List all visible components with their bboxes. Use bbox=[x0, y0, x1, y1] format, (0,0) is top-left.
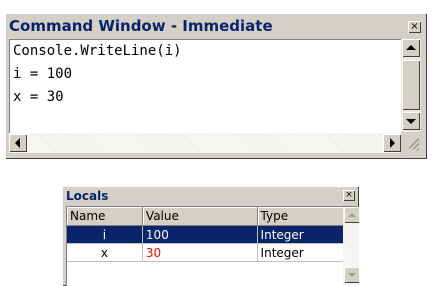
locals-table: Name Value Type i 100 Integer x 30 Integ… bbox=[67, 207, 358, 262]
table-header-row: Name Value Type bbox=[67, 207, 358, 226]
arrow-up-icon[interactable] bbox=[402, 39, 420, 57]
variable-type: Integer bbox=[257, 243, 358, 262]
column-header-type[interactable]: Type bbox=[257, 207, 358, 226]
column-header-value[interactable]: Value bbox=[142, 207, 258, 226]
variable-name: i bbox=[67, 225, 143, 244]
arrow-down-icon[interactable] bbox=[344, 267, 359, 283]
variable-value[interactable]: 30 bbox=[142, 243, 258, 262]
command-output-area[interactable]: Console.WriteLine(i) i = 100 x = 30 bbox=[9, 39, 401, 133]
command-window-titlebar[interactable]: Command Window - Immediate × bbox=[7, 15, 425, 38]
close-icon[interactable]: × bbox=[408, 21, 421, 33]
locals-window-title: Locals bbox=[66, 189, 109, 203]
command-line: x = 30 bbox=[13, 89, 64, 105]
vertical-scrollbar[interactable] bbox=[401, 39, 421, 132]
command-window: Command Window - Immediate × Console.Wri… bbox=[5, 13, 427, 159]
variable-type: Integer bbox=[257, 225, 358, 244]
horizontal-scrollbar[interactable] bbox=[9, 133, 401, 153]
arrow-down-icon[interactable] bbox=[402, 112, 420, 130]
command-line: Console.WriteLine(i) bbox=[13, 43, 182, 59]
table-row[interactable]: x 30 Integer bbox=[67, 243, 358, 262]
command-window-title: Command Window - Immediate bbox=[9, 17, 273, 35]
command-line: i = 100 bbox=[13, 66, 73, 82]
locals-grid: Name Value Type i 100 Integer x 30 Integ… bbox=[66, 206, 359, 286]
close-icon[interactable]: × bbox=[343, 190, 355, 201]
arrow-left-icon[interactable] bbox=[9, 134, 27, 152]
resize-grip-icon[interactable] bbox=[402, 134, 421, 153]
table-row[interactable]: i 100 Integer bbox=[67, 225, 358, 244]
variable-name: x bbox=[67, 243, 143, 262]
arrow-up-icon[interactable] bbox=[344, 207, 359, 223]
scroll-thumb[interactable] bbox=[402, 60, 420, 110]
arrow-right-icon[interactable] bbox=[383, 134, 401, 152]
vertical-scrollbar[interactable] bbox=[343, 207, 359, 286]
column-header-name[interactable]: Name bbox=[67, 207, 143, 226]
locals-window: Locals × Name Value Type i 100 Integer x… bbox=[62, 186, 359, 286]
variable-value[interactable]: 100 bbox=[142, 225, 258, 244]
